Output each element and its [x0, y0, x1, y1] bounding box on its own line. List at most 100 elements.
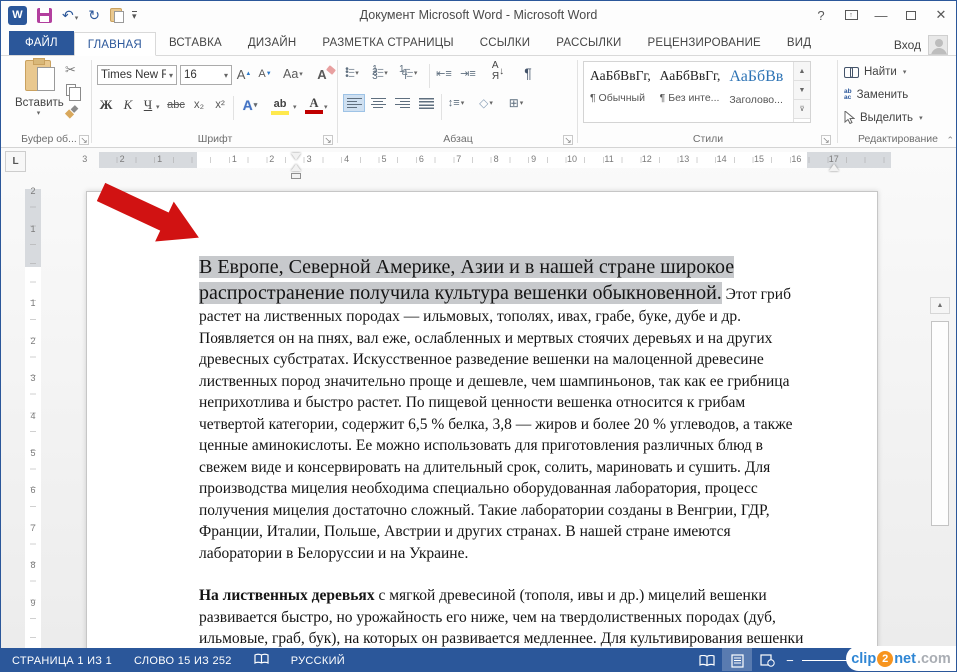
document-text[interactable]: В Европе, Северной Америке, Азии и в наш… — [199, 254, 809, 648]
font-dialog-launcher[interactable]: ↘ — [323, 135, 333, 145]
tab-page-layout[interactable]: РАЗМЕТКА СТРАНИЦЫ — [309, 31, 466, 55]
styles-scroll-up-button[interactable]: ▲ — [794, 62, 810, 81]
left-indent-marker[interactable] — [291, 173, 301, 179]
find-dropdown-icon[interactable]: ▾ — [903, 68, 907, 76]
paragraph-1-text[interactable]: Этот гриб растет на лиственных породах —… — [199, 286, 793, 562]
style-heading1[interactable]: АаБбВв Заголово... — [723, 62, 793, 120]
bold-button[interactable]: Ж — [97, 96, 115, 114]
strikethrough-button[interactable]: abc — [167, 96, 185, 114]
style-no-spacing[interactable]: АаБбВвГг, ¶ Без инте... — [654, 62, 724, 120]
undo-icon[interactable]: ↶▾ — [62, 8, 78, 22]
tab-design[interactable]: ДИЗАЙН — [235, 31, 309, 55]
h-ruler[interactable]: 3211234567891011121314151617 — [99, 152, 891, 168]
align-center-button[interactable] — [369, 94, 387, 112]
vertical-scrollbar[interactable]: ▲ ▼ — [929, 297, 951, 648]
font-name-combo[interactable]: Times New Roman ▾ — [97, 65, 177, 85]
borders-button[interactable]: ⊞▾ — [507, 94, 525, 112]
superscript-button[interactable]: x² — [211, 96, 229, 114]
multilevel-list-button[interactable]: 1– a– i–▾ — [399, 64, 417, 82]
page-indicator[interactable]: СТРАНИЦА 1 ИЗ 1 — [1, 655, 123, 667]
tab-references[interactable]: ССЫЛКИ — [467, 31, 544, 55]
customize-qat-icon[interactable]: ▾ — [132, 11, 137, 19]
paste-button[interactable]: Вставить ▾ — [15, 60, 61, 117]
paste-dropdown-icon[interactable]: ▾ — [16, 109, 61, 117]
paragraph-1[interactable]: В Европе, Северной Америке, Азии и в наш… — [199, 254, 809, 564]
align-left-button[interactable] — [343, 94, 365, 112]
paragraph-2-lead[interactable]: На лиственных деревьях — [199, 587, 375, 604]
scroll-up-button[interactable]: ▲ — [930, 297, 950, 314]
numbering-button[interactable]: 1–2–3–▾ — [371, 64, 389, 82]
web-layout-button[interactable] — [752, 648, 782, 672]
find-button[interactable]: Найти ▾ — [844, 61, 906, 82]
close-button[interactable]: ✕ — [926, 1, 956, 29]
tab-file[interactable]: ФАЙЛ — [9, 31, 74, 55]
select-dropdown-icon[interactable]: ▾ — [919, 114, 923, 122]
v-ruler[interactable]: 21123456789 — [25, 189, 41, 648]
cut-button[interactable]: ✂ — [65, 62, 76, 78]
zoom-out-button[interactable]: − — [782, 653, 798, 668]
sign-in[interactable]: Вход — [894, 35, 956, 55]
font-color-button[interactable]: А — [305, 96, 323, 114]
help-button[interactable]: ? — [806, 1, 836, 29]
undo-dropdown-icon[interactable]: ▾ — [75, 15, 79, 22]
align-right-button[interactable] — [393, 94, 411, 112]
touch-mouse-mode-icon[interactable] — [110, 8, 122, 22]
highlight-dropdown-icon[interactable]: ▾ — [293, 103, 297, 111]
shrink-font-button[interactable]: A — [256, 65, 274, 83]
print-layout-button[interactable] — [722, 648, 752, 672]
tab-review[interactable]: РЕЦЕНЗИРОВАНИЕ — [635, 31, 774, 55]
document-page[interactable]: В Европе, Северной Америке, Азии и в наш… — [86, 191, 878, 648]
first-line-indent-marker[interactable] — [291, 153, 301, 160]
justify-button[interactable] — [417, 94, 435, 112]
hanging-indent-marker[interactable] — [291, 164, 301, 171]
styles-more-button[interactable]: ⊽ — [794, 100, 810, 119]
font-name-dropdown-icon[interactable]: ▾ — [166, 71, 173, 80]
word-count[interactable]: СЛОВО 15 ИЗ 252 — [123, 655, 243, 667]
highlight-button[interactable]: ab — [271, 97, 289, 115]
proofing-status[interactable] — [243, 653, 280, 669]
tab-stop-selector[interactable]: L — [5, 151, 26, 172]
grow-font-button[interactable]: A — [235, 65, 253, 83]
font-size-combo[interactable]: 16 ▾ — [180, 65, 232, 85]
clipboard-dialog-launcher[interactable]: ↘ — [79, 135, 89, 145]
select-button[interactable]: Выделить ▾ — [844, 107, 923, 128]
avatar[interactable] — [928, 35, 948, 55]
paragraph-dialog-launcher[interactable]: ↘ — [563, 135, 573, 145]
right-indent-marker[interactable] — [829, 164, 839, 171]
save-icon[interactable] — [37, 8, 52, 23]
increase-indent-button[interactable]: ⇥≡ — [459, 64, 477, 82]
format-painter-button[interactable] — [66, 106, 77, 120]
maximize-button[interactable] — [896, 1, 926, 29]
bullets-button[interactable]: •–•–•–▾ — [343, 64, 361, 82]
show-marks-button[interactable]: ¶ — [519, 64, 537, 82]
shading-button[interactable]: ◇▾ — [477, 94, 495, 112]
sort-button[interactable]: АЯ↓ — [489, 62, 507, 80]
subscript-button[interactable]: x₂ — [190, 96, 208, 114]
collapse-ribbon-button[interactable]: ⌃ — [946, 135, 954, 146]
font-size-dropdown-icon[interactable]: ▾ — [221, 71, 228, 80]
change-case-button[interactable]: Aa▾ — [283, 65, 303, 83]
styles-dialog-launcher[interactable]: ↘ — [821, 135, 831, 145]
tab-insert[interactable]: ВСТАВКА — [156, 31, 235, 55]
scrollbar-thumb[interactable] — [931, 321, 949, 526]
font-color-dropdown-icon[interactable]: ▾ — [324, 103, 328, 111]
style-normal[interactable]: АаБбВвГг, ¶ Обычный — [584, 62, 654, 120]
read-mode-button[interactable] — [692, 648, 722, 672]
styles-scroll-down-button[interactable]: ▼ — [794, 81, 810, 100]
underline-dropdown-icon[interactable]: ▾ — [156, 103, 160, 111]
paragraph-2[interactable]: На лиственных деревьях с мягкой древесин… — [199, 585, 809, 648]
selected-heading-text[interactable]: В Европе, Северной Америке, Азии и в наш… — [199, 256, 734, 304]
underline-button[interactable]: Ч — [139, 96, 157, 114]
italic-button[interactable]: К — [119, 96, 137, 114]
language-indicator[interactable]: РУССКИЙ — [280, 655, 356, 667]
minimize-button[interactable]: — — [866, 1, 896, 29]
ribbon-display-options-button[interactable] — [836, 1, 866, 29]
line-spacing-button[interactable]: ↕≡▾ — [447, 94, 465, 112]
copy-button[interactable] — [66, 84, 76, 99]
clear-formatting-button[interactable]: A — [313, 65, 331, 83]
tab-view[interactable]: ВИД — [774, 31, 824, 55]
decrease-indent-button[interactable]: ⇤≡ — [435, 64, 453, 82]
tab-home[interactable]: ГЛАВНАЯ — [74, 32, 156, 56]
replace-button[interactable]: abac Заменить — [844, 84, 908, 105]
redo-icon[interactable]: ↻ — [88, 8, 100, 22]
